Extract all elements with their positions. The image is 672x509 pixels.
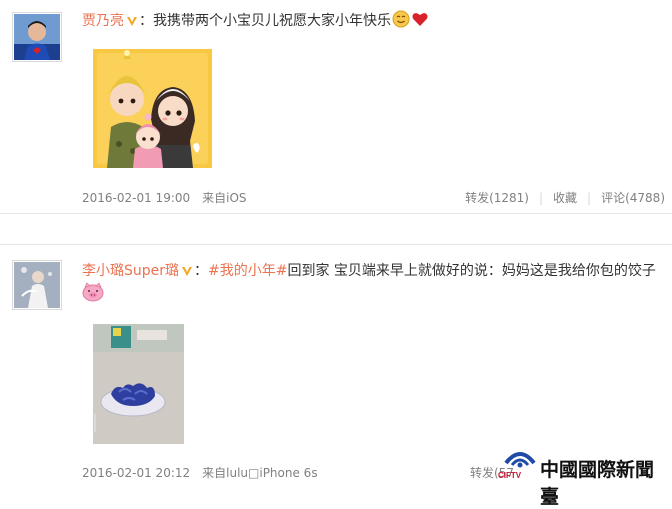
- smile-emoji-icon: [392, 10, 410, 34]
- post-image-dumplings[interactable]: [93, 324, 184, 444]
- post-content: 李小璐Super璐 ：#我的小年#回到家 宝贝端来早上就做好的说：妈妈这是我给你包…: [82, 261, 656, 283]
- watermark-name: 中國國際新聞臺: [540, 459, 655, 508]
- vip-icon[interactable]: [126, 13, 138, 33]
- vip-icon[interactable]: [181, 263, 193, 283]
- username-link[interactable]: 贾乃亮: [82, 13, 124, 29]
- action-divider: |: [587, 191, 592, 205]
- timestamp[interactable]: 2016-02-01 19:00: [82, 191, 190, 205]
- post-text: 我携带两个小宝贝儿祝愿大家小年快乐: [153, 13, 391, 29]
- post-meta: 2016-02-01 19:00 来自iOS: [82, 189, 247, 206]
- repost-button[interactable]: 转发(1281): [465, 191, 529, 205]
- post-image-cartoon-family[interactable]: [93, 49, 212, 168]
- topic-link[interactable]: #我的小年#: [208, 263, 287, 279]
- cifTV-logo-icon: [504, 452, 536, 468]
- timestamp[interactable]: 2016-02-01 20:12: [82, 466, 190, 480]
- source-label[interactable]: 来自iOS: [202, 191, 246, 205]
- username-link[interactable]: 李小璐Super璐: [82, 263, 179, 279]
- watermark-abbr: CIFTV: [498, 471, 522, 480]
- avatar[interactable]: [12, 260, 62, 310]
- avatar[interactable]: [12, 12, 62, 62]
- favorite-button[interactable]: 收藏: [553, 191, 577, 205]
- post-content-line-2: [82, 282, 104, 308]
- post-divider: [0, 213, 672, 214]
- post-actions: 转发(1281) | 收藏 | 评论(4788): [465, 189, 665, 206]
- comment-button[interactable]: 评论(4788): [601, 191, 665, 205]
- heart-emoji-icon: [411, 10, 429, 34]
- source-label[interactable]: 来自lulu□iPhone 6s: [202, 466, 317, 480]
- post-jia-nailiang: 贾乃亮 ：我携带两个小宝贝儿祝愿大家小年快乐 2016-02-01 19:00 …: [0, 0, 672, 214]
- post-text: 回到家 宝贝端来早上就做好的说：妈妈这是我给你包的饺子: [287, 263, 656, 279]
- pig-emoji-icon: [82, 282, 104, 308]
- cifTV-watermark: 中國國際新聞臺 CIFTV: [498, 449, 666, 508]
- post-meta: 2016-02-01 20:12 来自lulu□iPhone 6s: [82, 464, 318, 481]
- action-divider: |: [538, 191, 544, 205]
- post-content: 贾乃亮 ：我携带两个小宝贝儿祝愿大家小年快乐: [82, 10, 429, 34]
